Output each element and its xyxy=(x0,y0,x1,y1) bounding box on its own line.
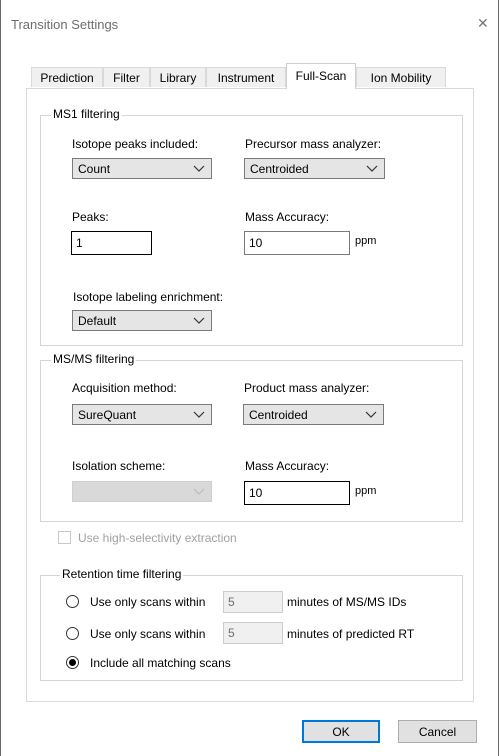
product-analyzer-label: Product mass analyzer: xyxy=(244,381,370,395)
msms-mass-accuracy-input[interactable]: 10 xyxy=(244,481,350,505)
peaks-label: Peaks: xyxy=(72,210,109,224)
isotope-peaks-select[interactable]: Count xyxy=(72,158,212,179)
isotope-peaks-value: Count xyxy=(78,162,111,176)
option2-minutes-input[interactable]: 5 xyxy=(223,622,283,644)
isolation-scheme-label: Isolation scheme: xyxy=(72,459,166,473)
chevron-down-icon xyxy=(193,165,205,172)
high-selectivity-label: Use high-selectivity extraction xyxy=(78,531,237,545)
retention-legend: Retention time filtering xyxy=(60,567,184,581)
tab-filter[interactable]: Filter xyxy=(103,67,150,87)
chevron-down-icon xyxy=(193,317,205,324)
acquisition-method-label: Acquisition method: xyxy=(72,381,177,395)
option1-minutes-input[interactable]: 5 xyxy=(223,591,283,613)
product-analyzer-value: Centroided xyxy=(249,408,308,422)
chevron-down-icon xyxy=(193,488,205,495)
chevron-down-icon xyxy=(366,165,378,172)
precursor-analyzer-label: Precursor mass analyzer: xyxy=(245,137,382,151)
ms1-mass-accuracy-unit: ppm xyxy=(355,235,377,247)
high-selectivity-checkbox[interactable] xyxy=(58,531,71,544)
cancel-button[interactable]: Cancel xyxy=(398,720,477,743)
ms1-mass-accuracy-label: Mass Accuracy: xyxy=(245,210,330,224)
ms1-mass-accuracy-input[interactable]: 10 xyxy=(244,231,350,255)
option1-prefix: Use only scans within xyxy=(90,595,206,609)
msms-legend: MS/MS filtering xyxy=(51,352,137,366)
tab-library[interactable]: Library xyxy=(150,67,206,87)
precursor-analyzer-value: Centroided xyxy=(250,162,309,176)
tab-full-scan[interactable]: Full-Scan xyxy=(286,63,356,89)
isotope-peaks-label: Isotope peaks included: xyxy=(72,137,199,151)
ok-button[interactable]: OK xyxy=(302,720,380,743)
option2-suffix: minutes of predicted RT xyxy=(287,627,415,641)
tab-prediction[interactable]: Prediction xyxy=(31,67,103,87)
enrichment-label: Isotope labeling enrichment: xyxy=(73,290,224,304)
option3-label: Include all matching scans xyxy=(90,656,231,670)
acquisition-method-value: SureQuant xyxy=(78,408,137,422)
enrichment-value: Default xyxy=(78,314,117,328)
close-icon[interactable]: ✕ xyxy=(477,15,489,32)
ms1-legend: MS1 filtering xyxy=(51,107,122,121)
radio-scans-within-predicted-rt[interactable] xyxy=(66,627,79,640)
window-left-border xyxy=(0,0,1,756)
radio-selected-dot xyxy=(69,659,76,666)
isolation-scheme-select[interactable] xyxy=(72,481,212,502)
option1-suffix: minutes of MS/MS IDs xyxy=(287,595,407,609)
tab-ion-mobility[interactable]: Ion Mobility xyxy=(356,67,446,87)
acquisition-method-select[interactable]: SureQuant xyxy=(72,404,212,425)
chevron-down-icon xyxy=(193,411,205,418)
window-title: Transition Settings xyxy=(11,17,119,32)
msms-mass-accuracy-label: Mass Accuracy: xyxy=(245,459,330,473)
radio-include-all-matching-scans[interactable] xyxy=(66,656,79,669)
product-analyzer-select[interactable]: Centroided xyxy=(243,404,384,425)
precursor-analyzer-select[interactable]: Centroided xyxy=(244,158,385,179)
chevron-down-icon xyxy=(365,411,377,418)
msms-mass-accuracy-unit: ppm xyxy=(355,485,377,497)
tab-instrument[interactable]: Instrument xyxy=(206,67,286,87)
radio-scans-within-msms-ids[interactable] xyxy=(66,595,79,608)
enrichment-select[interactable]: Default xyxy=(72,310,212,331)
option2-prefix: Use only scans within xyxy=(90,627,206,641)
peaks-input[interactable]: 1 xyxy=(71,231,152,255)
